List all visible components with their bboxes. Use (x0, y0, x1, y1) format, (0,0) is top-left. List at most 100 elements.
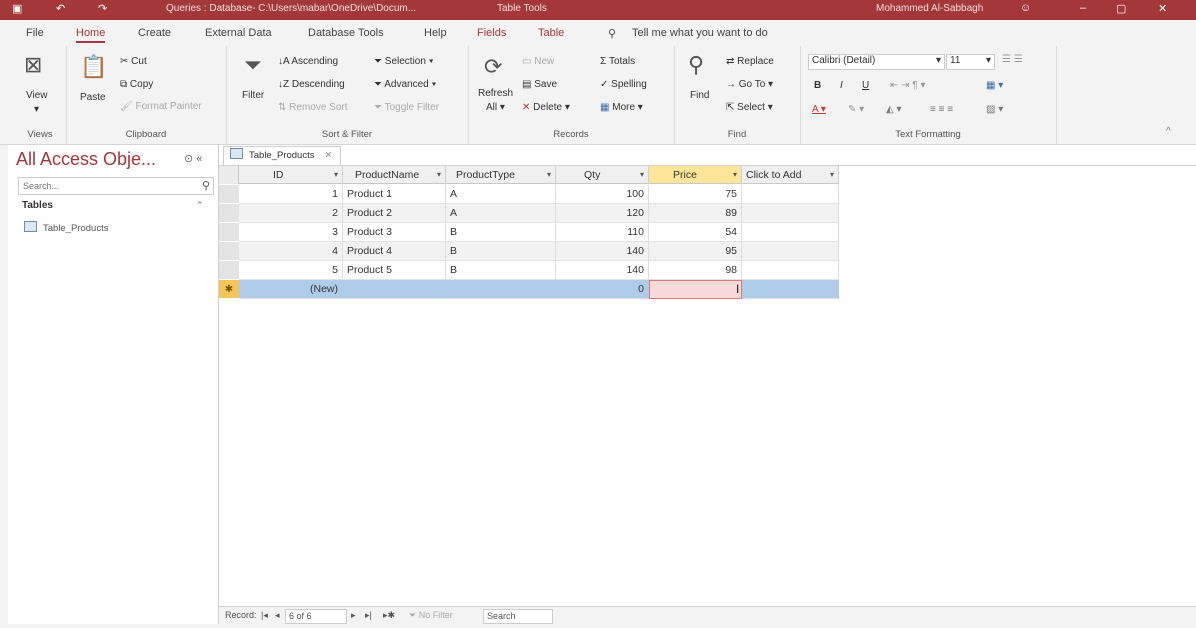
tab-fields[interactable]: Fields (477, 27, 506, 39)
cell-click-to-add[interactable] (742, 280, 839, 299)
record-search-input[interactable]: Search (483, 609, 553, 624)
filter-status[interactable]: ⏷ No Filter (409, 610, 453, 621)
delete-record-button[interactable]: ✕ Delete ▾ (522, 102, 570, 113)
cell-qty[interactable]: 120 (556, 204, 649, 223)
cell-productname[interactable]: Product 4 (343, 242, 446, 261)
new-record-marker-icon[interactable]: ✱ (219, 280, 239, 299)
next-record-button[interactable]: ▸ (351, 610, 356, 621)
cell-qty[interactable]: 100 (556, 185, 649, 204)
goto-button[interactable]: → Go To ▾ (726, 79, 773, 90)
cell-price-editing[interactable] (649, 280, 742, 299)
last-record-button[interactable]: ▸| (365, 610, 372, 621)
chevron-down-icon[interactable]: ▾ (733, 166, 737, 184)
cell-productname[interactable]: Product 1 (343, 185, 446, 204)
cell-producttype[interactable]: A (446, 204, 556, 223)
cell-id[interactable]: (New) (239, 280, 343, 299)
descending-button[interactable]: ↓Z Descending (278, 79, 345, 90)
collapse-ribbon-icon[interactable]: ^ (1166, 126, 1171, 137)
cell-producttype[interactable]: B (446, 242, 556, 261)
cell-producttype[interactable]: B (446, 223, 556, 242)
nav-search-input[interactable]: Search... ⚲ (18, 177, 214, 195)
chevron-down-icon[interactable]: ▾ (547, 166, 551, 184)
refresh-all-button[interactable]: Refresh (478, 88, 513, 99)
nav-section-tables[interactable]: Tables (22, 200, 53, 211)
cell-click-to-add[interactable] (742, 223, 839, 242)
avatar[interactable]: ☺ (1020, 2, 1031, 14)
row-selector[interactable] (219, 223, 239, 242)
chevron-down-icon[interactable]: ▾ (437, 166, 441, 184)
tab-database-tools[interactable]: Database Tools (308, 27, 384, 39)
nav-item-table-products[interactable]: Table_Products (24, 221, 108, 234)
find-button[interactable]: Find (690, 90, 709, 101)
close-icon[interactable]: ✕ (324, 150, 332, 161)
cell-qty[interactable]: 140 (556, 242, 649, 261)
cell-price[interactable]: 98 (649, 261, 742, 280)
highlight-icon[interactable]: ✎ ▾ (848, 104, 864, 115)
new-record-nav-button[interactable]: ▸✱ (383, 610, 395, 621)
chevron-down-icon[interactable]: ▾ (640, 166, 644, 184)
cell-price[interactable]: 54 (649, 223, 742, 242)
spelling-button[interactable]: ✓ Spelling (600, 79, 647, 90)
cell-click-to-add[interactable] (742, 242, 839, 261)
selection-button[interactable]: ⏷ Selection ▾ (374, 56, 434, 67)
cut-button[interactable]: ✂ Cut (120, 56, 147, 67)
cell-price[interactable]: 89 (649, 204, 742, 223)
cell-producttype[interactable]: A (446, 185, 556, 204)
previous-record-button[interactable]: ◂ (275, 610, 280, 621)
format-painter-button[interactable]: 🖌 Format Painter (120, 101, 202, 112)
list-icon[interactable]: ☰ ☰ (1002, 54, 1023, 65)
undo-icon[interactable]: ↶ (56, 2, 65, 15)
cell-productname[interactable]: Product 3 (343, 223, 446, 242)
column-header-productname[interactable]: ProductName ▾ (343, 166, 446, 184)
cell-price[interactable]: 75 (649, 185, 742, 204)
record-position-input[interactable]: 6 of 6 (285, 609, 347, 624)
alternate-row-icon[interactable]: ▨ ▾ (986, 104, 1003, 115)
toggle-filter-button[interactable]: ⏷ Toggle Filter (374, 102, 439, 113)
cell-click-to-add[interactable] (742, 261, 839, 280)
cell-id[interactable]: 5 (239, 261, 343, 280)
save-record-button[interactable]: ▤ Save (522, 79, 557, 90)
bold-button[interactable]: B (814, 80, 821, 91)
nav-pane-menu-icon[interactable]: ⊙ « (184, 152, 202, 165)
first-record-button[interactable]: |◂ (261, 610, 268, 621)
minimize-button[interactable]: – (1080, 2, 1086, 14)
save-icon[interactable]: ▣ (12, 2, 22, 15)
remove-sort-button[interactable]: ⇅ Remove Sort (278, 102, 348, 113)
font-size-select[interactable]: 11 ▾ (946, 54, 995, 70)
cell-productname[interactable] (343, 280, 446, 299)
restore-button[interactable]: ▢ (1116, 2, 1126, 15)
row-selector[interactable] (219, 261, 239, 280)
underline-button[interactable]: U (862, 80, 869, 91)
chevron-down-icon[interactable]: ▾ (34, 104, 39, 115)
gridlines-icon[interactable]: ▦ ▾ (986, 80, 1003, 91)
select-all-button[interactable] (219, 166, 239, 184)
tab-table[interactable]: Table (538, 27, 564, 39)
cell-producttype[interactable] (446, 280, 556, 299)
cell-producttype[interactable]: B (446, 261, 556, 280)
cell-price[interactable]: 95 (649, 242, 742, 261)
nav-pane-title[interactable]: All Access Obje... (16, 149, 156, 170)
view-button[interactable]: View (26, 90, 48, 101)
cell-id[interactable]: 4 (239, 242, 343, 261)
font-color-icon[interactable]: A ▾ (812, 104, 826, 115)
cell-id[interactable]: 2 (239, 204, 343, 223)
tell-me-box[interactable]: Tell me what you want to do (632, 27, 768, 39)
collapse-icon[interactable]: ⌃ (196, 200, 204, 211)
more-button[interactable]: ▦ More ▾ (600, 102, 643, 113)
tab-help[interactable]: Help (424, 27, 447, 39)
copy-button[interactable]: ⧉ Copy (120, 79, 153, 90)
indent-icon[interactable]: ⇤ ⇥ ¶ ▾ (890, 80, 925, 91)
cell-productname[interactable]: Product 5 (343, 261, 446, 280)
new-record-button[interactable]: ▭ New (522, 56, 554, 67)
chevron-down-icon[interactable]: ▾ (830, 166, 834, 184)
ascending-button[interactable]: ↓A Ascending (278, 56, 338, 67)
select-button[interactable]: ⇱ Select ▾ (726, 102, 773, 113)
cell-click-to-add[interactable] (742, 185, 839, 204)
column-header-price[interactable]: Price ▾ (649, 166, 742, 184)
cell-id[interactable]: 3 (239, 223, 343, 242)
close-button[interactable]: ✕ (1158, 2, 1167, 15)
tab-external-data[interactable]: External Data (205, 27, 272, 39)
cell-click-to-add[interactable] (742, 204, 839, 223)
filter-button[interactable]: Filter (242, 90, 264, 101)
totals-button[interactable]: Σ Totals (600, 56, 635, 67)
